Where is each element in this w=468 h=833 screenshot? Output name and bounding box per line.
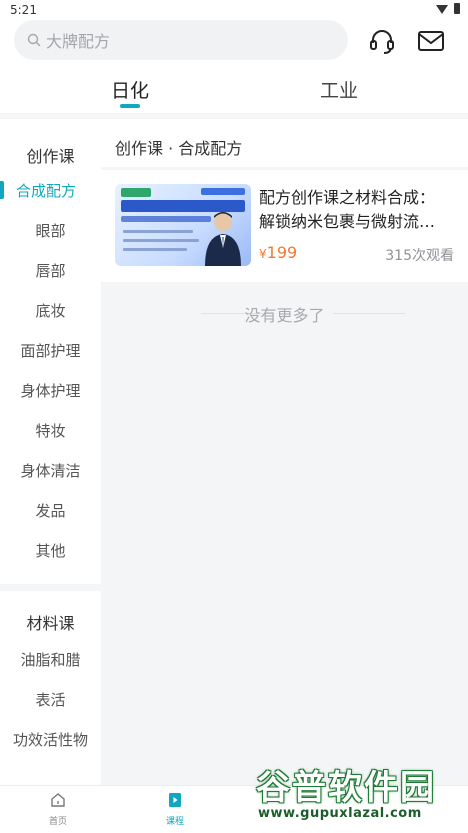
status-icons — [436, 2, 460, 14]
sidebar-item-oils-waxes[interactable]: 油脂和腊 — [0, 649, 101, 670]
sidebar-item-actives[interactable]: 功效活性物 — [0, 729, 101, 750]
message-mail-icon[interactable] — [416, 26, 446, 56]
status-bar: 5:21 — [0, 0, 468, 20]
no-more-text: 没有更多了 — [244, 306, 325, 325]
home-icon — [51, 793, 65, 807]
nav-label: 课程 — [165, 817, 184, 827]
course-title-line: 解锁纳米包裹与微射流… — [259, 212, 436, 231]
course-thumbnail — [115, 184, 251, 266]
watermark-title: 谷普软件园 — [256, 768, 436, 808]
sidebar-group-materials: 材料课 油脂和腊 表活 功效活性物 — [0, 591, 101, 785]
sidebar-group-creation: 创作课 合成配方 眼部 唇部 底妆 面部护理 身体护理 特妆 身体清洁 发品 其… — [0, 119, 101, 584]
sidebar-item-hair[interactable]: 发品 — [0, 500, 101, 521]
watermark-logo: 谷普软件园 www.gupuxlazal.com — [256, 760, 466, 830]
course-price: ¥199 — [259, 243, 297, 262]
sidebar-group-header: 创作课 — [26, 147, 75, 166]
tab-active-indicator — [120, 104, 140, 108]
nav-home[interactable]: 首页 — [38, 792, 78, 827]
course-view-count: 315次观看 — [385, 248, 454, 264]
sidebar-item-synthesis-formula[interactable]: 合成配方 — [0, 180, 101, 201]
course-title-line: 配方创作课之材料合成： — [259, 188, 436, 207]
content-header: 创作课 · 合成配方 — [101, 119, 468, 167]
tab-industrial[interactable]: 工业 — [320, 76, 358, 103]
instructor-portrait — [205, 212, 241, 266]
sidebar-item-special-makeup[interactable]: 特妆 — [0, 420, 101, 441]
price-value: 199 — [266, 243, 298, 262]
course-title: 配方创作课之材料合成： 解锁纳米包裹与微射流… — [259, 186, 455, 234]
category-sidebar: 创作课 合成配方 眼部 唇部 底妆 面部护理 身体护理 特妆 身体清洁 发品 其… — [0, 119, 101, 785]
sidebar-item-lip[interactable]: 唇部 — [0, 260, 101, 281]
sidebar-item-surfactants[interactable]: 表活 — [0, 689, 101, 710]
price-symbol: ¥ — [259, 247, 267, 261]
thumbnail-tag — [201, 188, 245, 195]
sidebar-item-body-care[interactable]: 身体护理 — [0, 380, 101, 401]
status-time: 5:21 — [10, 3, 37, 17]
course-list-panel: 创作课 · 合成配方 配方创作课之材料合成： 解锁纳米包裹与微射流… ¥199 … — [101, 119, 468, 785]
battery-icon — [454, 2, 460, 14]
course-card[interactable]: 配方创作课之材料合成： 解锁纳米包裹与微射流… ¥199 315次观看 — [101, 170, 468, 282]
sidebar-group-header: 材料课 — [26, 614, 75, 633]
nav-label: 首页 — [48, 817, 67, 827]
thumbnail-subline-band — [121, 216, 211, 222]
sidebar-item-eye[interactable]: 眼部 — [0, 220, 101, 241]
search-placeholder: 大牌配方 — [46, 32, 111, 51]
tab-daily-chemical[interactable]: 日化 — [111, 76, 149, 103]
section-title: 创作课 · 合成配方 — [115, 139, 243, 158]
sidebar-item-other[interactable]: 其他 — [0, 540, 101, 561]
course-play-icon — [169, 793, 181, 807]
search-icon — [27, 33, 41, 47]
divider-line — [333, 313, 405, 314]
nav-course[interactable]: 课程 — [155, 792, 195, 827]
wifi-icon — [436, 5, 448, 14]
sidebar-item-base-makeup[interactable]: 底妆 — [0, 300, 101, 321]
sidebar-item-body-cleansing[interactable]: 身体清洁 — [0, 460, 101, 481]
category-tabs: 日化 工业 — [0, 62, 468, 112]
search-input[interactable]: 大牌配方 — [14, 20, 348, 60]
thumbnail-text-line — [123, 248, 187, 251]
watermark-url: www.gupuxlazal.com — [258, 806, 422, 821]
thumbnail-logo — [121, 188, 151, 197]
thumbnail-text-line — [123, 239, 199, 242]
customer-service-headset-icon[interactable] — [367, 26, 397, 56]
sidebar-item-face-care[interactable]: 面部护理 — [0, 340, 101, 361]
thumbnail-text-line — [123, 230, 193, 233]
